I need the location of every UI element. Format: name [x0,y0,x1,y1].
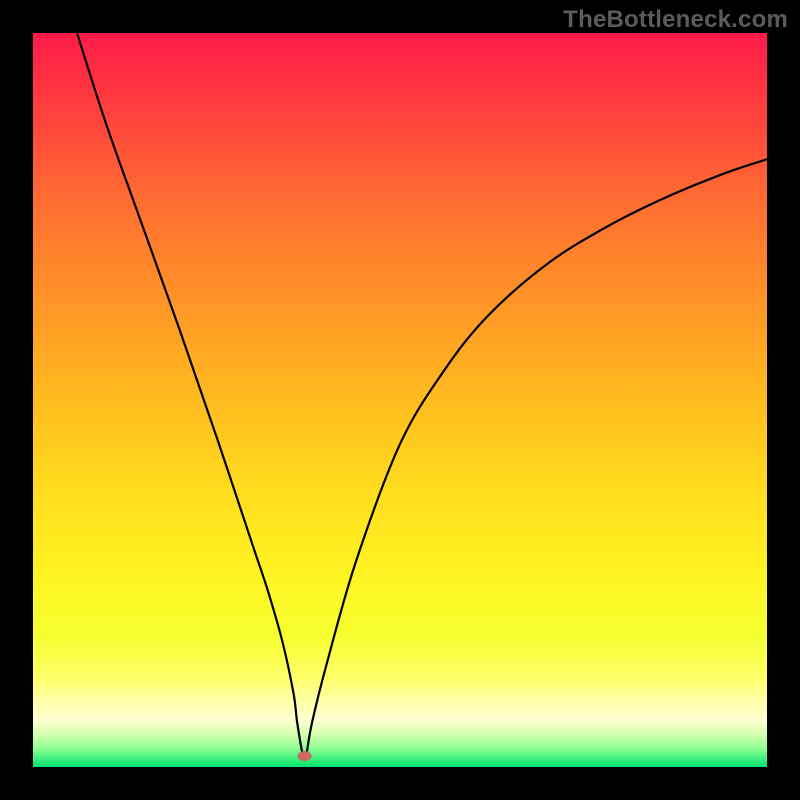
watermark-label: TheBottleneck.com [563,6,788,34]
gradient-background [33,33,767,767]
chart-plot-area [33,33,767,767]
optimal-point-marker [298,751,312,761]
chart-svg [33,33,767,767]
